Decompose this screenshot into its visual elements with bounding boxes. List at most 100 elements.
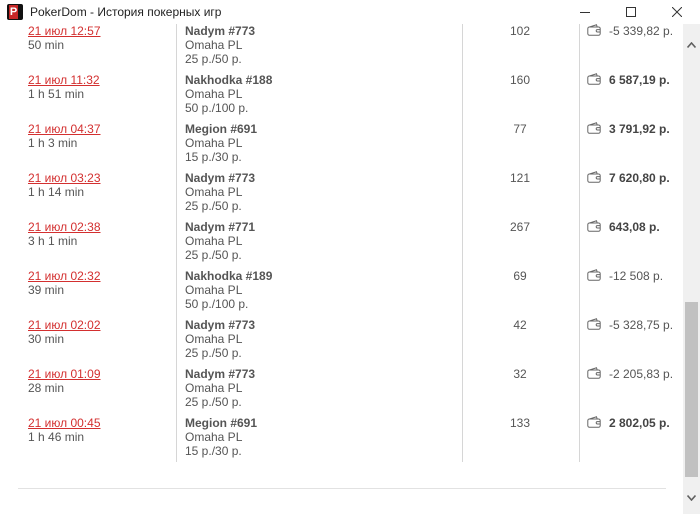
session-result: 7 620,80 р.	[609, 171, 670, 185]
stakes: 25 р./50 р.	[185, 346, 242, 360]
table-name: Nakhodka #188	[185, 73, 273, 87]
wallet-icon	[587, 220, 601, 232]
table-name: Megion #691	[185, 122, 258, 136]
maximize-button[interactable]	[608, 0, 654, 24]
wallet-icon	[587, 122, 601, 134]
table-row: 21 июл 02:32 39 min Nakhodka #189 Omaha PL 5…	[0, 269, 683, 318]
close-icon	[672, 7, 682, 17]
table-row: 21 июл 12:57 50 min Nadym #773 Omaha PL 25 р…	[0, 24, 683, 73]
stakes: 25 р./50 р.	[185, 248, 242, 262]
stakes: 50 р./100 р.	[185, 297, 249, 311]
table-name: Nadym #773	[185, 24, 256, 38]
maximize-icon	[626, 7, 636, 17]
pokerdom-logo-icon: P	[7, 4, 23, 20]
session-date-link[interactable]: 21 июл 00:45	[28, 416, 101, 430]
session-date-link[interactable]: 21 июл 02:02	[28, 318, 101, 332]
chevron-up-icon	[687, 41, 696, 48]
session-date-link[interactable]: 21 июл 11:32	[28, 73, 100, 87]
hands-count: 32	[513, 367, 527, 381]
game-type: Omaha PL	[185, 38, 243, 52]
session-result: 6 587,19 р.	[609, 73, 670, 87]
scrollbar-thumb[interactable]	[685, 302, 698, 477]
session-date-link[interactable]: 21 июл 02:38	[28, 220, 101, 234]
session-duration: 1 h 46 min	[28, 430, 85, 444]
wallet-icon	[587, 416, 601, 428]
table-row: 21 июл 00:45 1 h 46 min Megion #691 Omaha P…	[0, 416, 683, 465]
session-date-link[interactable]: 21 июл 12:57	[28, 24, 101, 38]
game-type: Omaha PL	[185, 87, 243, 101]
chevron-down-icon	[687, 494, 696, 501]
session-duration: 30 min	[28, 332, 65, 346]
game-type: Omaha PL	[185, 332, 243, 346]
session-date-link[interactable]: 21 июл 03:23	[28, 171, 101, 185]
game-history-list: 21 июл 12:57 50 min Nadym #773 Omaha PL 25 р…	[0, 24, 683, 514]
game-type: Omaha PL	[185, 430, 243, 444]
session-result: 3 791,92 р.	[609, 122, 670, 136]
game-type: Omaha PL	[185, 136, 243, 150]
title-bar: P PokerDom - История покерных игр	[0, 0, 700, 24]
stakes: 15 р./30 р.	[185, 444, 242, 458]
hands-count: 267	[509, 220, 531, 234]
table-row: 21 июл 02:38 3 h 1 min Nadym #771 Omaha PL 2…	[0, 220, 683, 269]
hands-count: 121	[509, 171, 531, 185]
table-row: 21 июл 01:09 28 min Nadym #773 Omaha PL 25 р…	[0, 367, 683, 416]
table-name: Nakhodka #189	[185, 269, 273, 283]
session-result: -2 205,83 р.	[609, 367, 674, 381]
vertical-scrollbar[interactable]	[683, 24, 700, 514]
table-row: 21 июл 02:02 30 min Nadym #773 Omaha PL 25 р…	[0, 318, 683, 367]
session-date-link[interactable]: 21 июл 02:32	[28, 269, 101, 283]
hands-count: 160	[509, 73, 531, 87]
hands-count: 102	[509, 24, 531, 38]
table-row: 21 июл 03:23 1 h 14 min Nadym #773 Omaha PL…	[0, 171, 683, 220]
logo-letter: P	[9, 5, 18, 19]
wallet-icon	[587, 73, 601, 85]
game-type: Omaha PL	[185, 381, 243, 395]
table-name: Nadym #771	[185, 220, 256, 234]
table-name: Megion #691	[185, 416, 258, 430]
close-button[interactable]	[654, 0, 700, 24]
table-name: Nadym #773	[185, 318, 256, 332]
wallet-icon	[587, 367, 601, 379]
scroll-up-button[interactable]	[683, 36, 700, 53]
session-result: 2 802,05 р.	[609, 416, 670, 430]
wallet-icon	[587, 171, 601, 183]
window-controls	[562, 0, 700, 24]
table-name: Nadym #773	[185, 171, 256, 185]
window-title: PokerDom - История покерных игр	[30, 5, 222, 19]
game-type: Omaha PL	[185, 283, 243, 297]
minimize-icon	[580, 12, 590, 13]
hands-count: 133	[509, 416, 531, 430]
session-duration: 3 h 1 min	[28, 234, 78, 248]
session-duration: 1 h 51 min	[28, 87, 85, 101]
table-row: 21 июл 04:37 1 h 3 min Megion #691 Omaha PL…	[0, 122, 683, 171]
session-result: -5 328,75 р.	[609, 318, 674, 332]
session-date-link[interactable]: 21 июл 04:37	[28, 122, 101, 136]
wallet-icon	[587, 269, 601, 281]
session-duration: 50 min	[28, 38, 65, 52]
session-duration: 1 h 3 min	[28, 136, 78, 150]
table-row: 21 июл 11:32 1 h 51 min Nakhodka #188 Omaha…	[0, 73, 683, 122]
table-name: Nadym #773	[185, 367, 256, 381]
hands-count: 69	[513, 269, 527, 283]
scroll-down-button[interactable]	[683, 489, 700, 506]
stakes: 50 р./100 р.	[185, 101, 249, 115]
session-date-link[interactable]: 21 июл 01:09	[28, 367, 101, 381]
session-result: 643,08 р.	[609, 220, 660, 234]
bottom-separator	[18, 488, 666, 489]
stakes: 15 р./30 р.	[185, 150, 242, 164]
session-result: -5 339,82 р.	[609, 24, 674, 38]
game-type: Omaha PL	[185, 185, 243, 199]
wallet-icon	[587, 24, 601, 36]
session-result: -12 508 р.	[609, 269, 664, 283]
session-duration: 39 min	[28, 283, 65, 297]
session-duration: 28 min	[28, 381, 65, 395]
stakes: 25 р./50 р.	[185, 199, 242, 213]
stakes: 25 р./50 р.	[185, 395, 242, 409]
stakes: 25 р./50 р.	[185, 52, 242, 66]
session-duration: 1 h 14 min	[28, 185, 85, 199]
game-type: Omaha PL	[185, 234, 243, 248]
hands-count: 77	[513, 122, 527, 136]
wallet-icon	[587, 318, 601, 330]
hands-count: 42	[513, 318, 527, 332]
minimize-button[interactable]	[562, 0, 608, 24]
